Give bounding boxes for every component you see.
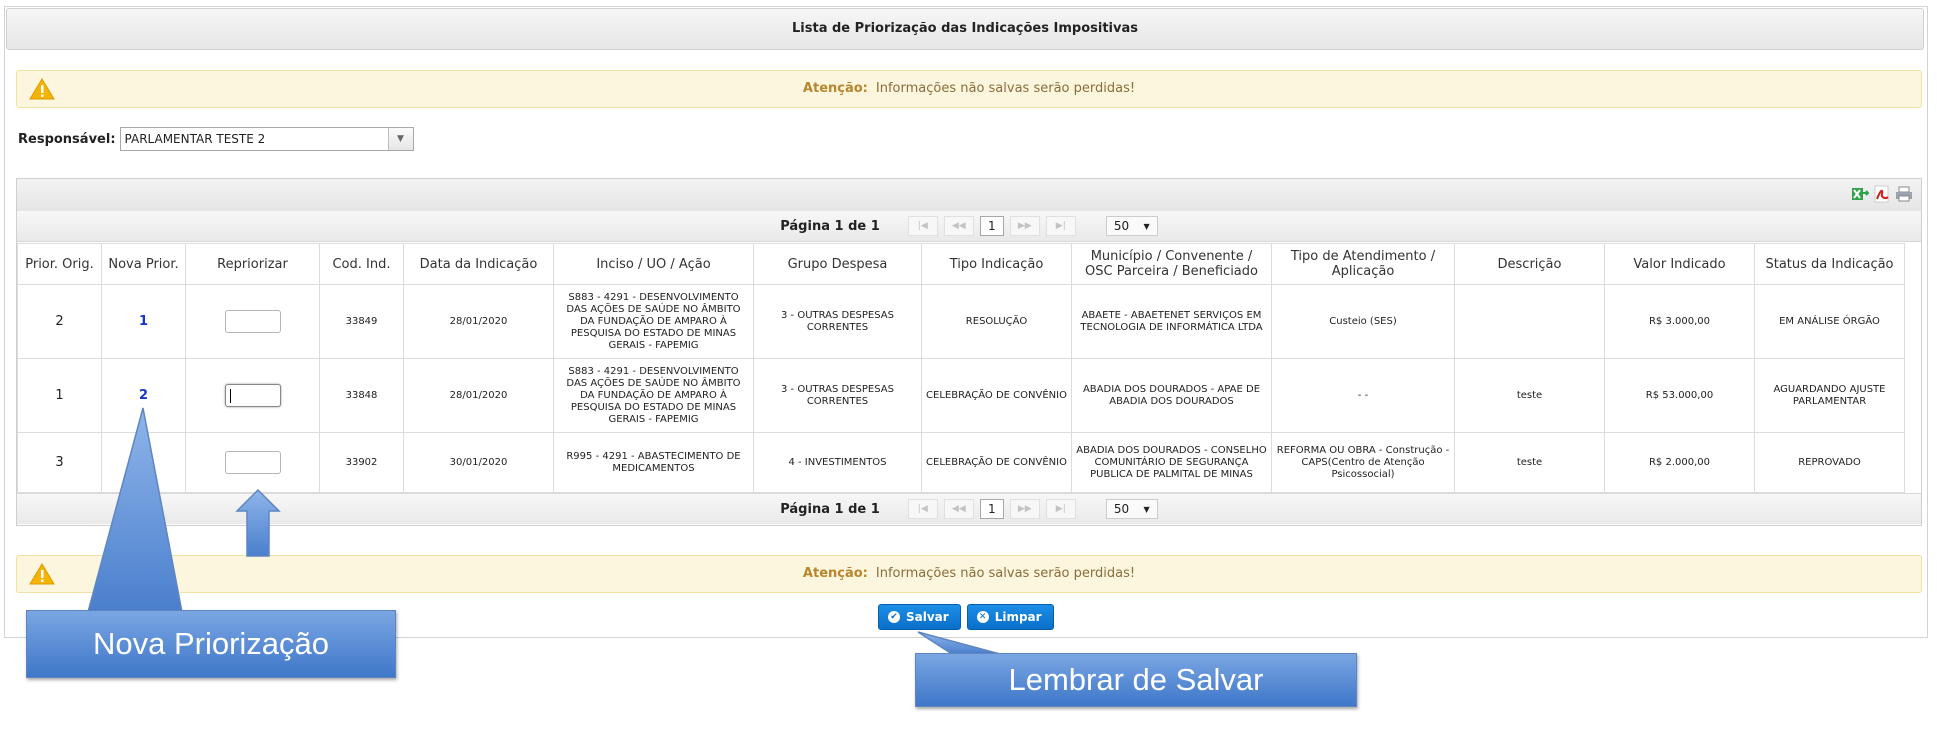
callout-pointer-nova (87, 407, 183, 613)
callout-pointer-salvar (917, 631, 1001, 655)
callout-lembrar-salvar: Lembrar de Salvar (915, 653, 1357, 707)
up-arrow-icon (235, 488, 281, 557)
callout-nova-priorizacao: Nova Priorização (26, 610, 396, 678)
